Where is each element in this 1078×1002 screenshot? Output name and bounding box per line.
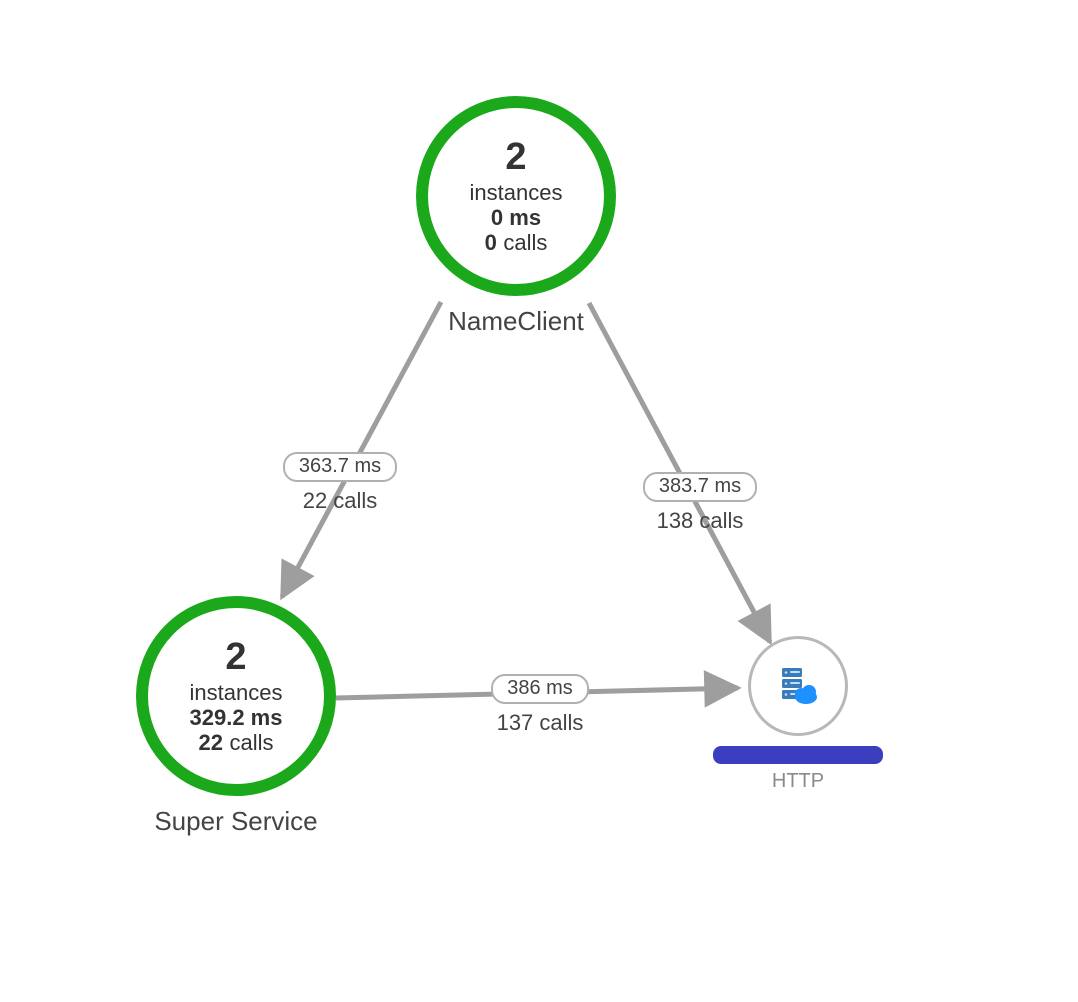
instances-count: 2 — [225, 636, 246, 678]
node-superservice-title: Super Service — [126, 806, 346, 837]
calls-count: 0 — [485, 230, 497, 255]
node-nameclient-circle: 2 instances 0 ms 0 calls — [416, 96, 616, 296]
node-nameclient[interactable]: 2 instances 0 ms 0 calls NameClient — [406, 96, 626, 337]
node-http-subtype: HTTP — [708, 770, 888, 793]
edge-label-superservice-http[interactable]: 386 ms 137 calls — [460, 674, 620, 736]
edge-calls: 138 calls — [620, 508, 780, 534]
node-nameclient-metrics: 2 instances 0 ms 0 calls — [470, 136, 563, 256]
edge-latency: 363.7 ms — [283, 452, 397, 482]
instances-label: instances — [470, 180, 563, 205]
edge-calls: 137 calls — [460, 710, 620, 736]
edge-label-nameclient-http[interactable]: 383.7 ms 138 calls — [620, 472, 780, 534]
instances-count: 2 — [505, 136, 526, 178]
node-superservice[interactable]: 2 instances 329.2 ms 22 calls Super Serv… — [126, 596, 346, 837]
node-http-name-redacted — [713, 746, 883, 764]
latency-value: 329.2 ms — [190, 705, 283, 730]
latency-value: 0 ms — [470, 205, 563, 230]
node-nameclient-title: NameClient — [406, 306, 626, 337]
server-cloud-icon — [776, 666, 820, 706]
instances-label: instances — [190, 680, 283, 705]
edge-calls: 22 calls — [260, 488, 420, 514]
edge-nameclient-superservice — [282, 302, 441, 597]
edge-label-nameclient-superservice[interactable]: 363.7 ms 22 calls — [260, 452, 420, 514]
edge-latency: 386 ms — [491, 674, 589, 704]
node-superservice-circle: 2 instances 329.2 ms 22 calls — [136, 596, 336, 796]
calls-label: calls — [229, 730, 273, 755]
calls-label: calls — [503, 230, 547, 255]
edge-latency: 383.7 ms — [643, 472, 757, 502]
node-http-circle — [748, 636, 848, 736]
node-http[interactable]: HTTP — [708, 636, 888, 793]
calls-count: 22 — [199, 730, 223, 755]
node-superservice-metrics: 2 instances 329.2 ms 22 calls — [190, 636, 283, 756]
application-map: 2 instances 0 ms 0 calls NameClient 2 in… — [0, 0, 1078, 1002]
